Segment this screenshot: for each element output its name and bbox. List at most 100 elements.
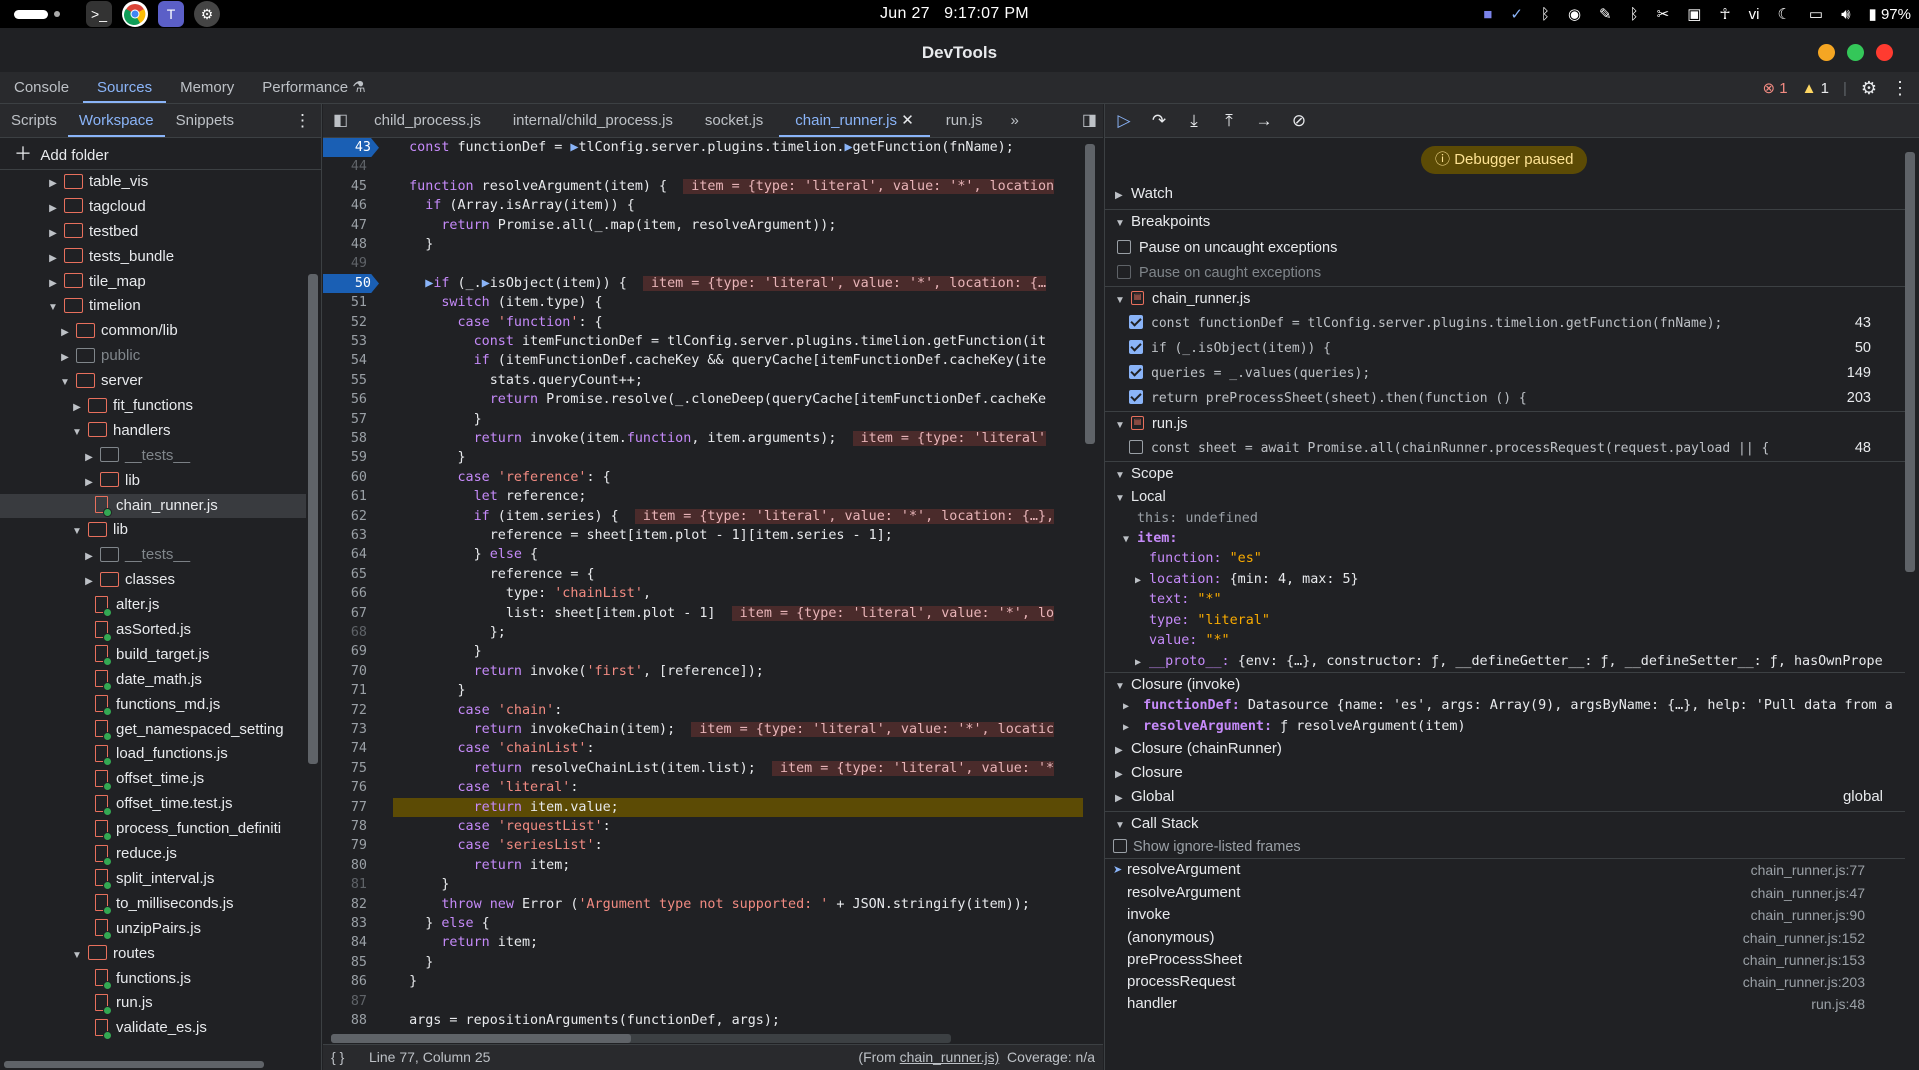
code-lines[interactable]: 43 const functionDef = ▶tlConfig.server.… xyxy=(323,138,1083,1028)
screen-icon[interactable]: ▣ xyxy=(1687,5,1701,23)
breakpoint-checkbox[interactable] xyxy=(1129,315,1143,330)
call-stack-frame[interactable]: processRequest chain_runner.js:203 xyxy=(1105,971,1905,993)
line-number[interactable]: 44 xyxy=(323,157,375,176)
step-over-icon[interactable]: ↷ xyxy=(1150,111,1168,131)
line-number[interactable]: 49 xyxy=(323,254,375,273)
battery-status[interactable]: ▮ 97% xyxy=(1869,5,1911,24)
breakpoint-marker[interactable]: 50 xyxy=(323,273,379,294)
code-line[interactable]: 67 list: sheet[item.plot - 1] item = {ty… xyxy=(323,604,1083,623)
tree-folder[interactable]: ▶ tests_bundle xyxy=(0,245,306,270)
code-line[interactable]: 70 return invoke('first', [reference]); xyxy=(323,662,1083,681)
local-scope-header[interactable]: ▼ Local xyxy=(1105,485,1905,509)
tree-folder[interactable]: ▶ tile_map xyxy=(0,270,306,295)
terminal-icon[interactable]: >_ xyxy=(86,1,112,27)
call-stack-frame[interactable]: invoke chain_runner.js:90 xyxy=(1105,904,1905,926)
code-line[interactable]: 59 } xyxy=(323,448,1083,467)
tree-file[interactable]: date_math.js xyxy=(0,668,306,693)
file-tab[interactable]: child_process.js xyxy=(358,104,497,137)
scope-property[interactable]: function: "es" xyxy=(1105,549,1905,570)
tree-folder[interactable]: ▶ fit_functions xyxy=(0,394,306,419)
call-stack-frame[interactable]: handler run.js:48 xyxy=(1105,993,1905,1015)
tree-file[interactable]: get_namespaced_setting xyxy=(0,718,306,743)
tree-file[interactable]: validate_es.js xyxy=(0,1016,306,1041)
tree-folder[interactable]: ▶ lib xyxy=(0,469,306,494)
code-line[interactable]: 66 type: 'chainList', xyxy=(323,584,1083,603)
chevron-right-icon[interactable]: ▶ xyxy=(58,346,72,371)
line-number[interactable]: 57 xyxy=(323,410,375,429)
breakpoint-file-group[interactable]: ▼ ▤ run.js xyxy=(1105,411,1905,436)
chevron-down-icon[interactable]: ▼ xyxy=(46,296,60,321)
tree-folder[interactable]: ▼ timelion xyxy=(0,294,306,319)
code-line[interactable]: 58 return invoke(item.function, item.arg… xyxy=(323,429,1083,448)
breakpoint-item[interactable]: if (_.isObject(item)) {50 xyxy=(1105,336,1905,361)
line-number[interactable]: 80 xyxy=(323,856,375,875)
step-out-icon[interactable]: ⤒ xyxy=(1220,111,1238,131)
frame-location[interactable]: run.js:48 xyxy=(1811,993,1865,1015)
tree-file[interactable]: functions.js xyxy=(0,967,306,992)
line-number[interactable]: 65 xyxy=(323,565,375,584)
line-number[interactable]: 56 xyxy=(323,390,375,409)
callstack-section-header[interactable]: ▼ Call Stack xyxy=(1105,811,1905,835)
tab-performance[interactable]: Performance ⚗ xyxy=(248,72,380,103)
line-number[interactable]: 86 xyxy=(323,972,375,991)
tree-file[interactable]: process_function_definiti xyxy=(0,817,306,842)
tree-folder[interactable]: ▶ public xyxy=(0,344,306,369)
tree-file[interactable]: chain_runner.js xyxy=(0,493,306,519)
step-icon[interactable]: → xyxy=(1255,111,1273,131)
code-line[interactable]: 85 } xyxy=(323,953,1083,972)
step-into-icon[interactable]: ⤓ xyxy=(1185,111,1203,131)
line-number[interactable]: 69 xyxy=(323,642,375,661)
navigator-horizontal-scrollbar[interactable] xyxy=(4,1061,264,1068)
breakpoint-checkbox[interactable] xyxy=(1129,390,1143,405)
line-number[interactable]: 55 xyxy=(323,371,375,390)
chevron-right-icon[interactable]: ▶ xyxy=(1123,718,1135,738)
error-count-badge[interactable]: ⊗ 1 xyxy=(1762,79,1787,97)
close-button[interactable] xyxy=(1876,44,1893,61)
tree-file[interactable]: run.js xyxy=(0,991,306,1016)
toggle-navigator-icon[interactable]: ◧ xyxy=(323,104,358,137)
chevron-down-icon[interactable]: ▼ xyxy=(58,371,72,396)
code-line[interactable]: 60 case 'reference': { xyxy=(323,468,1083,487)
pause-uncaught-checkbox[interactable] xyxy=(1117,240,1131,255)
tree-folder[interactable]: ▶ common/lib xyxy=(0,319,306,344)
toggle-debugger-icon[interactable]: ◨ xyxy=(1082,104,1097,138)
chevron-right-icon[interactable]: ▶ xyxy=(82,545,96,570)
code-line[interactable]: 82 throw new Error ('Argument type not s… xyxy=(323,895,1083,914)
show-ignore-checkbox[interactable] xyxy=(1113,839,1127,854)
line-number[interactable]: 64 xyxy=(323,545,375,564)
chevron-right-icon[interactable]: ▶ xyxy=(82,570,96,595)
tools-icon[interactable]: ✂ xyxy=(1657,5,1670,23)
tree-folder[interactable]: ▶ __tests__ xyxy=(0,543,306,568)
line-number[interactable]: 72 xyxy=(323,701,375,720)
code-line[interactable]: 80 return item; xyxy=(323,856,1083,875)
more-options-icon[interactable]: ⋮ xyxy=(1891,78,1909,99)
chevron-right-icon[interactable]: ▶ xyxy=(70,396,84,421)
closure-variable[interactable]: ▶ resolveArgument: ƒ resolveArgument(ite… xyxy=(1105,717,1905,738)
line-number[interactable]: 66 xyxy=(323,584,375,603)
workspace-indicator[interactable] xyxy=(14,9,48,19)
code-line[interactable]: 50 ▶if (_.▶isObject(item)) { item = {typ… xyxy=(323,273,1083,294)
line-number[interactable]: 87 xyxy=(323,992,375,1011)
line-number[interactable]: 58 xyxy=(323,429,375,448)
frame-location[interactable]: chain_runner.js:90 xyxy=(1751,904,1865,926)
discord-icon[interactable]: ◉ xyxy=(1568,5,1581,23)
call-stack-frame[interactable]: resolveArgument chain_runner.js:47 xyxy=(1105,882,1905,904)
code-line[interactable]: 54 if (itemFunctionDef.cacheKey && query… xyxy=(323,351,1083,370)
code-line[interactable]: 86 } xyxy=(323,972,1083,991)
line-number[interactable]: 84 xyxy=(323,933,375,952)
scope-property[interactable]: type: "literal" xyxy=(1105,611,1905,632)
tree-folder[interactable]: ▼ lib xyxy=(0,518,306,543)
chevron-right-icon[interactable]: ▶ xyxy=(1135,653,1149,673)
debugger-scrollbar[interactable] xyxy=(1905,152,1915,572)
code-line[interactable]: 64 } else { xyxy=(323,545,1083,564)
chevron-down-icon[interactable]: ▼ xyxy=(70,520,84,545)
settings-app-icon[interactable]: ⚙ xyxy=(194,1,220,27)
night-mode-icon[interactable]: ☾ xyxy=(1777,5,1790,23)
line-number[interactable]: 77 xyxy=(323,798,375,817)
code-line[interactable]: 83 } else { xyxy=(323,914,1083,933)
minimize-button[interactable] xyxy=(1818,44,1835,61)
line-number[interactable]: 88 xyxy=(323,1011,375,1028)
tree-folder[interactable]: ▶ testbed xyxy=(0,220,306,245)
tab-snippets[interactable]: Snippets xyxy=(165,104,245,137)
closure-variable[interactable]: ▶ functionDef: Datasource {name: 'es', a… xyxy=(1105,696,1905,717)
